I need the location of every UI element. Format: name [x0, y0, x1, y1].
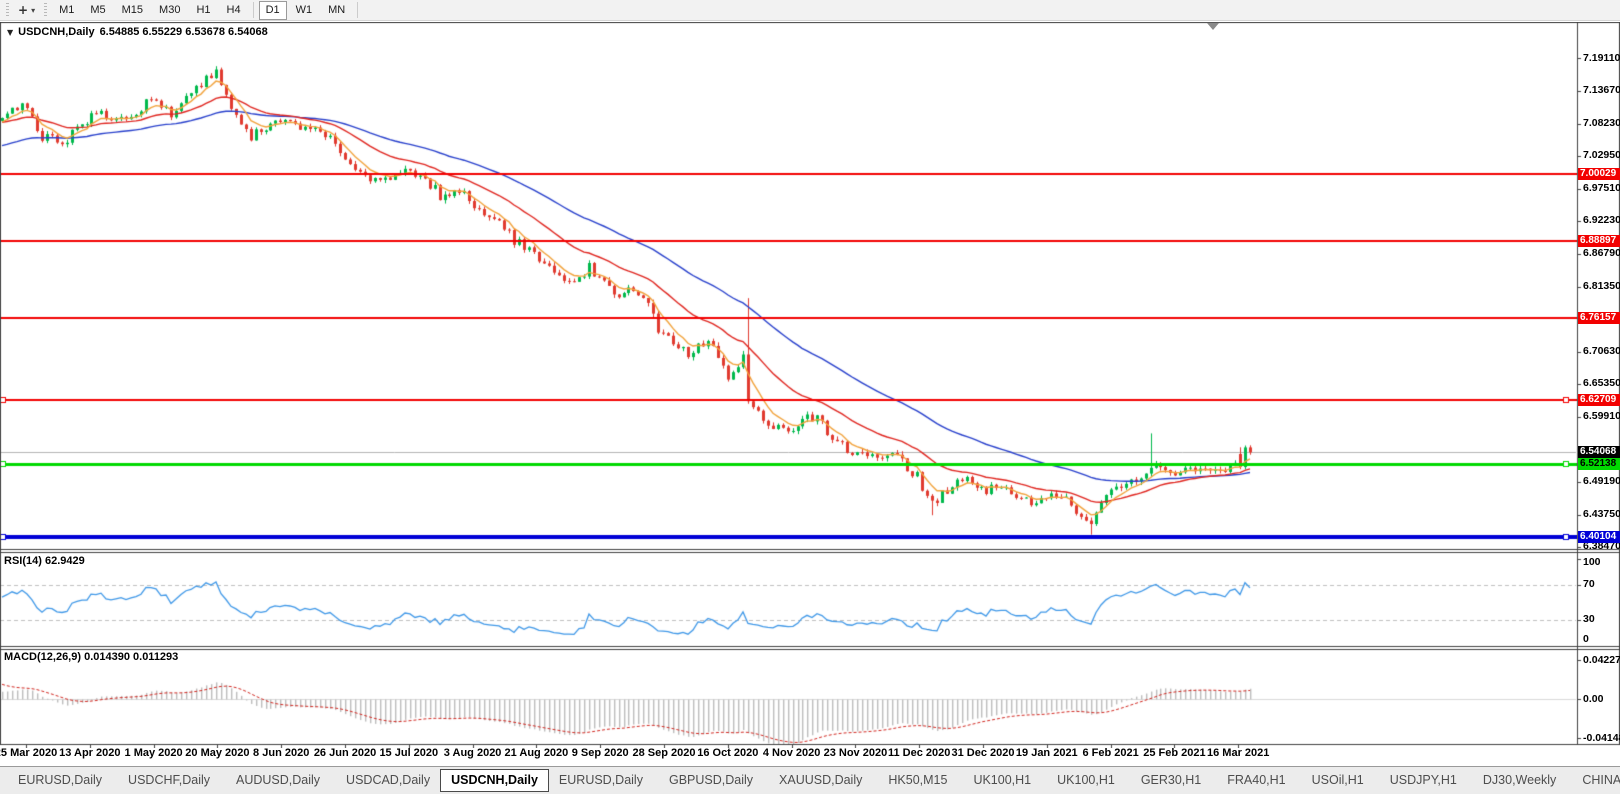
toolbar-drag-handle[interactable]: [44, 3, 48, 17]
timeframe-buttons-group: M1 M5 M15 M30 H1 H4 D1 W1 MN: [51, 0, 362, 20]
date-axis-label: 6 Feb 2021: [1082, 747, 1139, 759]
date-axis-label: 11 Dec 2020: [887, 747, 951, 759]
timeframe-button-h1[interactable]: H1: [189, 1, 217, 20]
chart-tab-bar: EURUSD,Daily USDCHF,Daily AUDUSD,Daily USDC…: [0, 766, 1620, 794]
chart-tab-1-usdchf-daily[interactable]: USDCHF,Daily: [118, 770, 220, 791]
date-axis-label: 9 Sep 2020: [571, 747, 629, 759]
timeframe-button-mn[interactable]: MN: [321, 1, 352, 20]
date-axis-label: 20 May 2020: [185, 747, 250, 759]
date-axis-label: 16 Mar 2021: [1206, 747, 1270, 759]
price-axis-label: 6.65350: [1583, 377, 1620, 390]
timeframe-button-d1[interactable]: D1: [258, 0, 287, 20]
date-axis-label: 1 May 2020: [124, 747, 183, 759]
hline-price-tag: 6.88897: [1578, 235, 1620, 247]
price-axis-label: 6.92230: [1583, 214, 1620, 227]
hline-price-tag: 6.40104: [1578, 531, 1620, 543]
toolbar-separator: [252, 2, 254, 18]
date-axis-label: 21 Aug 2020: [504, 747, 569, 759]
rsi-axis-label: 30: [1583, 613, 1595, 626]
chart-tab-0-eurusd-daily[interactable]: EURUSD,Daily: [8, 770, 112, 791]
date-axis-label: 28 Sep 2020: [632, 747, 696, 759]
timeframe-button-m5[interactable]: M5: [83, 1, 112, 20]
price-axis-label: 6.86790: [1583, 247, 1620, 260]
ohlc-values: 6.54885 6.55229 6.53678 6.54068: [99, 26, 268, 38]
timeframe-button-m30[interactable]: M30: [152, 1, 187, 20]
chart-tab-15-dj30-weekly[interactable]: DJ30,Weekly: [1473, 770, 1566, 791]
date-axis-label: 25 Mar 2020: [0, 747, 58, 759]
chart-tab-11-ger30-h1[interactable]: GER30,H1: [1131, 770, 1211, 791]
price-axis-label: 7.13670: [1583, 84, 1620, 97]
rsi-indicator-label: RSI(14) 62.9429: [4, 555, 85, 567]
macd-indicator-label: MACD(12,26,9) 0.014390 0.011293: [4, 651, 179, 663]
date-axis-label: 13 Apr 2020: [59, 747, 121, 759]
date-axis-label: 4 Nov 2020: [762, 747, 821, 759]
chart-tab-5-eurusd-daily[interactable]: EURUSD,Daily: [549, 770, 653, 791]
price-axis-label: 6.43750: [1583, 508, 1620, 521]
toolbar-separator: [357, 2, 359, 18]
date-axis-label: 8 Jun 2020: [253, 747, 310, 759]
price-axis-label: 6.49190: [1583, 475, 1620, 488]
timeframe-button-m1[interactable]: M1: [52, 1, 81, 20]
symbol-period-label: USDCNH,Daily: [18, 26, 95, 38]
chart-tab-6-gbpusd-daily[interactable]: GBPUSD,Daily: [659, 770, 763, 791]
chart-tab-4-usdcnh-daily[interactable]: USDCNH,Daily: [440, 769, 549, 792]
date-axis-label: 31 Dec 2020: [951, 747, 1015, 759]
date-axis-label: 23 Nov 2020: [823, 747, 888, 759]
chart-tab-10-uk100-h1[interactable]: UK100,H1: [1047, 770, 1125, 791]
date-axis-label: 19 Jan 2021: [1015, 747, 1078, 759]
chart-tab-3-usdcad-daily[interactable]: USDCAD,Daily: [336, 770, 440, 791]
price-axis-label: 6.81350: [1583, 280, 1620, 293]
price-axis-label: 6.97510: [1583, 182, 1620, 195]
chart-tab-2-audusd-daily[interactable]: AUDUSD,Daily: [226, 770, 330, 791]
price-axis-label: 7.19110: [1583, 51, 1620, 64]
price-axis-label: 6.70630: [1583, 345, 1620, 358]
timeframe-toolbar: + ▾ M1 M5 M15 M30 H1 H4 D1 W1 MN: [0, 0, 1620, 21]
hline-price-tag: 6.62709: [1578, 394, 1620, 406]
timeframe-button-w1[interactable]: W1: [289, 1, 320, 20]
chart-title: ▼ USDCNH,Daily 6.54885 6.55229 6.53678 6…: [7, 26, 268, 38]
timeframe-button-h4[interactable]: H4: [220, 1, 248, 20]
collapse-indicator-icon[interactable]: ▼: [7, 28, 13, 37]
date-axis-label: 25 Feb 2021: [1143, 747, 1206, 759]
chart-tab-12-fra40-h1[interactable]: FRA40,H1: [1217, 770, 1295, 791]
chart-tab-13-usoil-h1[interactable]: USOil,H1: [1302, 770, 1374, 791]
rsi-axis-label: 100: [1583, 556, 1601, 568]
hline-price-tag: 6.76157: [1578, 312, 1620, 324]
chart-canvas[interactable]: [0, 22, 1620, 748]
toolbar-drag-handle[interactable]: [6, 3, 9, 17]
macd-axis-label: -0.04148: [1583, 731, 1620, 744]
chart-tab-16-china300-h1[interactable]: CHINA300,H1: [1572, 770, 1620, 791]
chart-tab-14-usdjpy-h1[interactable]: USDJPY,H1: [1380, 770, 1467, 791]
macd-axis-label: 0.00: [1583, 693, 1604, 705]
chart-tab-7-xauusd-daily[interactable]: XAUUSD,Daily: [769, 770, 872, 791]
hline-price-tag: 7.00029: [1578, 168, 1620, 180]
price-axis-label: 7.08230: [1583, 117, 1620, 130]
chart-shift-marker-icon[interactable]: [1207, 23, 1219, 30]
current-price-tag: 6.54068: [1578, 446, 1620, 458]
hline-price-tag: 6.52138: [1578, 458, 1620, 470]
date-axis-label: 15 Jul 2020: [379, 747, 439, 759]
rsi-axis-label: 70: [1583, 578, 1595, 591]
date-axis-label: 16 Oct 2020: [697, 747, 759, 759]
chart-tab-9-uk100-h1[interactable]: UK100,H1: [963, 770, 1041, 791]
price-axis-label: 6.59910: [1583, 410, 1620, 423]
chart-tab-8-hk50-m15[interactable]: HK50,M15: [878, 770, 957, 791]
rsi-axis-label: 0: [1583, 633, 1589, 645]
mt4-terminal: + ▾ M1 M5 M15 M30 H1 H4 D1 W1 MN ▼ USDCNH,Daily …: [0, 0, 1620, 794]
date-axis-label: 26 Jun 2020: [313, 747, 377, 759]
chevron-down-icon: ▾: [31, 5, 36, 15]
macd-axis-label: 0.042275: [1583, 653, 1620, 666]
crosshair-icon: +: [18, 3, 29, 17]
timeframe-button-m15[interactable]: M15: [115, 1, 150, 20]
date-axis-label: 3 Aug 2020: [443, 747, 502, 759]
price-axis-label: 7.02950: [1583, 149, 1620, 162]
crosshair-tool-button[interactable]: + ▾: [13, 1, 40, 19]
